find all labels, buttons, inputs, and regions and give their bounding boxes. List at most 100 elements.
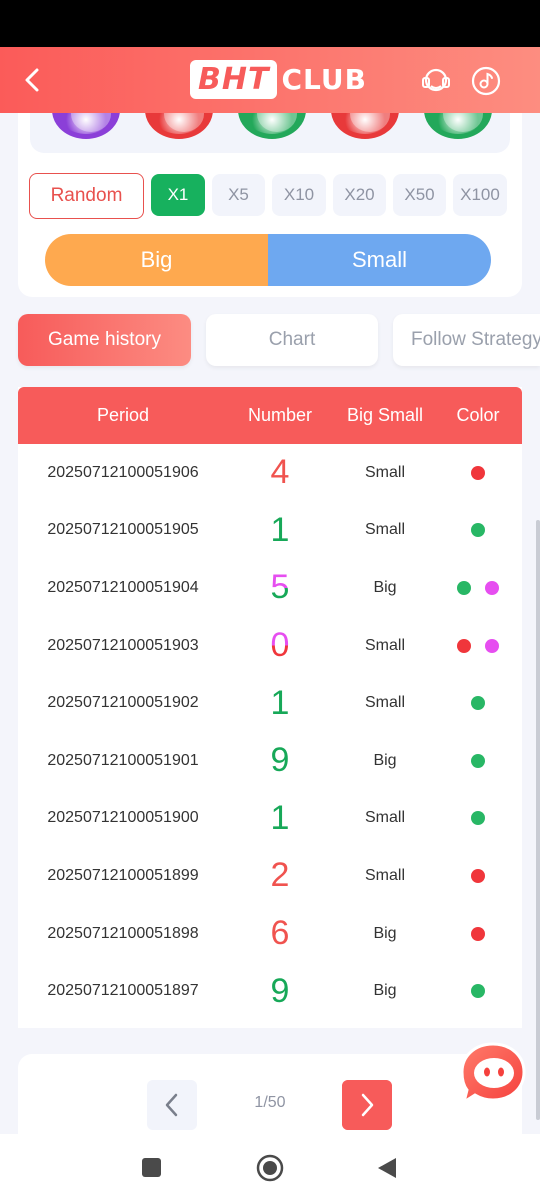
period-cell: 20250712100051906	[47, 463, 199, 481]
color-cell	[438, 617, 518, 675]
period-cell: 20250712100051904	[47, 578, 199, 596]
multiplier-x5-button[interactable]: X5	[212, 174, 265, 216]
next-page-button[interactable]	[342, 1080, 392, 1130]
big-small-cell: Small	[364, 521, 405, 539]
table-row: 20250712100051903 0 Small	[18, 617, 522, 675]
number-cell: 6	[270, 914, 290, 953]
color-dot	[471, 811, 485, 826]
color-cell	[438, 559, 518, 617]
table-row: 20250712100051899 2 Small	[18, 847, 522, 905]
system-nav-bar	[0, 1134, 540, 1200]
big-button[interactable]: Big	[45, 234, 268, 286]
status-bar	[0, 0, 540, 47]
color-cell	[438, 732, 518, 790]
multiplier-row: Random X1 X5 X10 X20 X50 X100	[29, 173, 519, 219]
color-cell	[438, 502, 518, 560]
multiplier-x1-button[interactable]: X1	[151, 174, 205, 216]
number-cell: 2	[270, 856, 290, 895]
multiplier-x20-button[interactable]: X20	[333, 174, 386, 216]
color-cell	[438, 847, 518, 905]
number-cell: 5	[230, 559, 330, 617]
header-period: Period	[96, 405, 150, 425]
header-color: Color	[456, 405, 500, 425]
number-ball[interactable]	[424, 113, 492, 139]
bet-panel: Random X1 X5 X10 X20 X50 X100 Big Small	[18, 113, 522, 297]
big-small-cell: Small	[364, 463, 405, 481]
color-dot	[471, 523, 485, 538]
table-row: 20250712100051906 4 Small	[18, 444, 522, 502]
color-dot	[457, 580, 471, 595]
chat-support-icon[interactable]	[458, 1040, 528, 1106]
color-dot	[471, 926, 485, 941]
app-header: BHT CLUB	[0, 47, 540, 113]
table-row: 20250712100051901 9 Big	[18, 732, 522, 790]
scrollbar[interactable]	[536, 520, 540, 1120]
tab-chart[interactable]: Chart	[206, 314, 378, 366]
big-small-selector: Big Small	[45, 234, 491, 286]
number-cell: 1	[270, 683, 290, 722]
table-row: 20250712100051902 1 Small	[18, 674, 522, 732]
home-icon[interactable]	[256, 1154, 284, 1182]
color-cell	[438, 905, 518, 963]
logo-main: BHT	[190, 59, 278, 99]
number-ball[interactable]	[238, 113, 306, 139]
big-small-cell: Big	[373, 751, 397, 769]
color-cell	[438, 444, 518, 502]
logo-suffix: CLUB	[281, 62, 367, 96]
table-body: 20250712100051906 4 Small 20250712100051905…	[18, 444, 522, 1020]
color-cell	[438, 674, 518, 732]
tab-game-history[interactable]: Game history	[18, 314, 191, 366]
color-dot	[485, 638, 499, 653]
big-small-cell: Small	[364, 636, 405, 654]
random-button[interactable]: Random	[29, 173, 144, 219]
table-row: 20250712100051900 1 Small	[18, 790, 522, 848]
color-dot	[471, 868, 485, 883]
period-cell: 20250712100051898	[47, 924, 199, 942]
tab-follow-strategy[interactable]: Follow Strategy	[393, 314, 540, 366]
color-dot	[471, 984, 485, 999]
number-cell: 9	[270, 741, 290, 780]
period-cell: 20250712100051897	[47, 982, 199, 1000]
system-back-icon[interactable]	[376, 1156, 398, 1180]
number-cell: 1	[270, 510, 290, 549]
recent-apps-icon[interactable]	[142, 1158, 161, 1177]
big-small-cell: Big	[373, 578, 397, 596]
number-ball[interactable]	[331, 113, 399, 139]
game-history-table: Period Number Big Small Color 2025071210…	[18, 387, 522, 1028]
number-balls-strip	[30, 113, 510, 153]
multiplier-x50-button[interactable]: X50	[393, 174, 446, 216]
app-logo: BHT CLUB	[190, 57, 367, 101]
number-cell: 1	[270, 798, 290, 837]
period-cell: 20250712100051902	[47, 694, 199, 712]
multiplier-x100-button[interactable]: X100	[453, 174, 507, 216]
number-ball[interactable]	[145, 113, 213, 139]
previous-page-button[interactable]	[147, 1080, 197, 1130]
color-dot	[471, 753, 485, 768]
big-small-cell: Big	[373, 982, 397, 1000]
number-cell: 0	[230, 617, 330, 675]
page-indicator: 1/50	[254, 1094, 286, 1111]
small-button[interactable]: Small	[268, 234, 491, 286]
table-row: 20250712100051905 1 Small	[18, 502, 522, 560]
headset-support-icon[interactable]	[420, 65, 452, 97]
table-header: Period Number Big Small Color	[18, 387, 522, 444]
table-row: 20250712100051898 6 Big	[18, 905, 522, 963]
music-icon[interactable]	[470, 65, 502, 97]
period-cell: 20250712100051905	[47, 521, 199, 539]
period-cell: 20250712100051900	[47, 809, 199, 827]
color-cell	[438, 790, 518, 848]
back-icon[interactable]	[18, 65, 48, 95]
color-dot	[457, 638, 471, 653]
color-cell	[438, 962, 518, 1020]
color-dot	[485, 580, 499, 595]
multiplier-x10-button[interactable]: X10	[272, 174, 326, 216]
number-ball[interactable]	[52, 113, 120, 139]
number-cell: 4	[270, 453, 290, 492]
header-big-small: Big Small	[346, 405, 424, 425]
table-row: 20250712100051897 9 Big	[18, 962, 522, 1020]
period-cell: 20250712100051903	[47, 636, 199, 654]
color-dot	[471, 465, 485, 480]
big-small-cell: Small	[364, 694, 405, 712]
header-number: Number	[247, 405, 313, 425]
big-small-cell: Big	[373, 924, 397, 942]
